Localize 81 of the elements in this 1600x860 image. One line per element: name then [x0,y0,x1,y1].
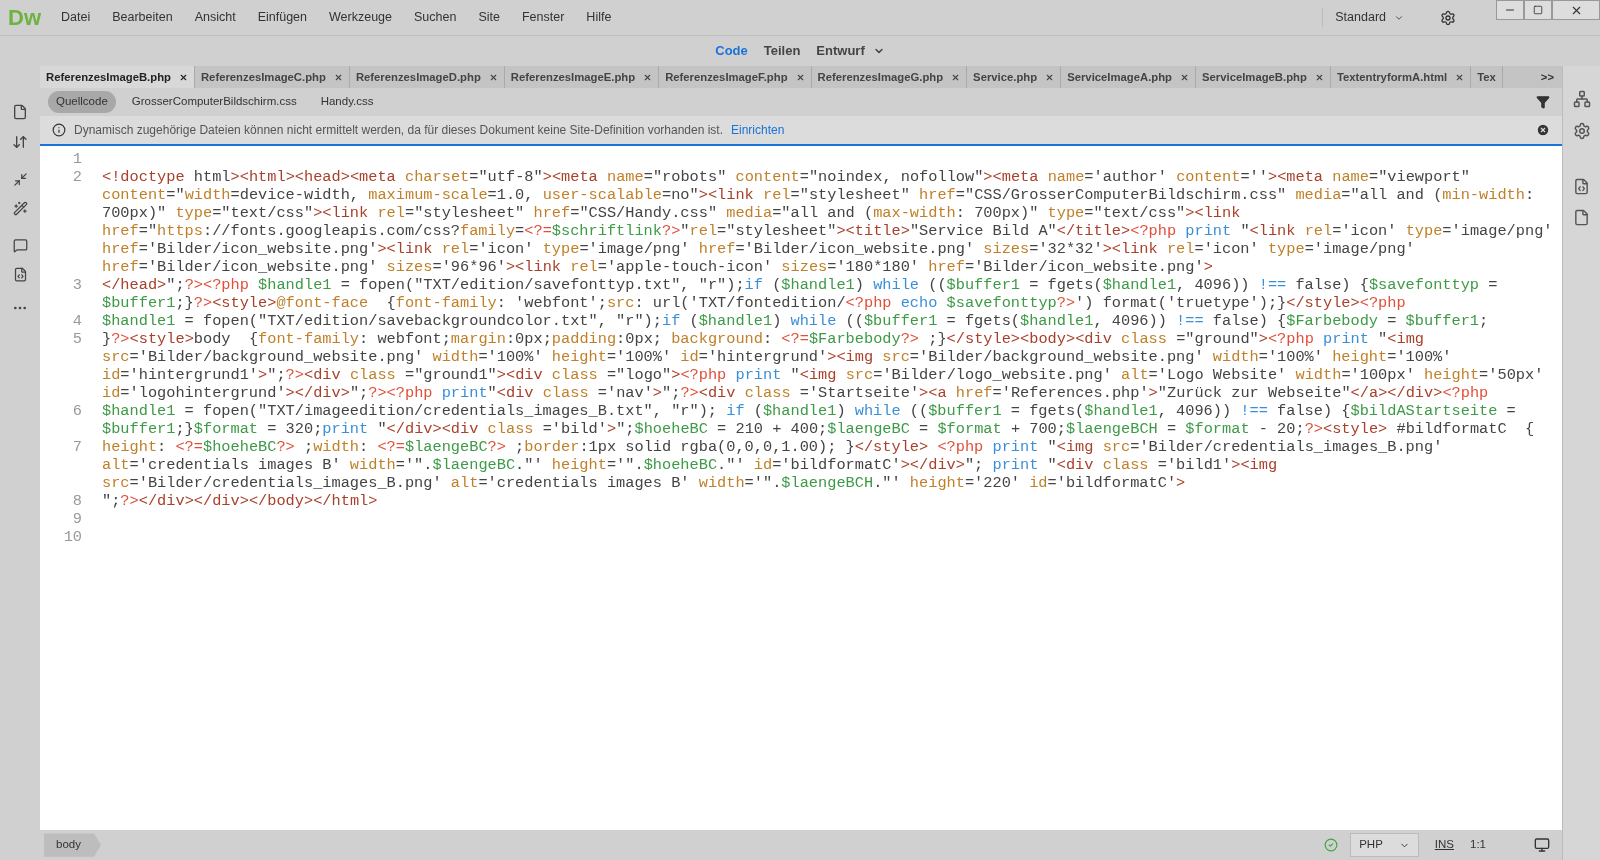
code-line: }?><style>body {font-family: webfont;margin:0px;padding:0px; background: <?=$Farbebody?> ;}</style><body><div class ="ground"><?php print "<img [102,330,1424,348]
code-line: content="width=device-width, maximum-scale=1.0, user-scalable=no"><link rel="stylesheet" href="CSS/GrosserComputerBildschirm.css" media="all and (min-width: [102,186,1535,204]
info-message: Dynamisch zugehörige Dateien können nicht ermittelt werden, da für dieses Dokument keine Site-Definition vorhanden ist. [74,122,723,139]
sitemap-icon[interactable] [1572,90,1591,108]
menu-item[interactable]: Suchen [414,8,457,27]
info-icon [52,123,66,137]
workspace-dropdown[interactable]: Standard [1322,8,1416,27]
code-line: alt='credentials images B' width='".$laengeBC."' height='".$hoeheBC."' id='bildformatC'></div>"; print "<div class ='bild1'><img [102,456,1278,474]
minimize-button[interactable] [1496,0,1524,20]
menu-item[interactable]: Site [478,8,500,27]
close-icon[interactable] [951,72,961,82]
maximize-button[interactable] [1524,0,1552,20]
view-tab[interactable]: Entwurf [816,41,885,61]
line-number: 7 [71,438,82,456]
menu-item[interactable]: Werkzeuge [329,8,392,27]
line-number: 4 [71,312,82,330]
code-editor[interactable] [40,146,1562,830]
maximize-icon [1533,5,1543,15]
code-line: ";?></div></div></body></html> [102,492,378,510]
close-icon[interactable] [1180,72,1189,82]
close-icon[interactable] [795,72,805,82]
tabs-overflow-button[interactable]: >> [1532,66,1562,88]
code-line: $handle1 = fopen("TXT/imageedition/credentials_images_B.txt", "r"); if ($handle1) while (($buffer1 = fgets($handle1, 4096)) !== false) {$bildAStartseite = [102,402,1516,420]
code-line: src='Bilder/credentials_images_B.png' alt='credentials images B' width='".$laengeBCH."' height='220' id='bildformatC'> [102,474,1186,492]
menu-item[interactable]: Ansicht [194,8,236,27]
window-size-icon[interactable] [1534,837,1550,853]
line-number: 1 [71,150,82,168]
close-icon[interactable] [1455,72,1465,82]
comment-icon[interactable] [12,238,28,253]
code-line: 700px)" type="text/css"><link rel="stylesheet" href="CSS/Handy.css" media="all and (max-width: 700px)" type="text/css"><link [102,204,1241,222]
line-number: 10 [62,528,82,546]
menu-item[interactable]: Fenster [521,8,565,27]
code-line: </head>";?><?php $handle1 = fopen("TXT/edition/savefonttyp.txt", "r");if ($handle1) while (($buffer1 = fgets($handle1, 4096)) !== false) {$savefonttyp = [102,276,1498,294]
document-icon[interactable] [1573,209,1590,226]
close-icon[interactable] [643,72,653,82]
close-icon[interactable] [1045,72,1055,82]
insert-mode[interactable]: INS [1434,836,1454,854]
code-line: height: <?=$hoeheBC?> ;width: <?=$laengeBC?> ;border:1px solid rgba(0,0,0,1.00); }</style> <?php print "<img src='Bilder/credentials_images_B.png' [102,438,1443,456]
close-icon[interactable] [1536,123,1550,137]
code-line: $buffer1;}$format = 320;print "</div><div class ='bild'>";$hoeheBC = 210 + 400;$laengeBC = $format + 700;$laengeBCH = $format - 20;?><style> #bildformatC { [102,420,1535,438]
line-number: 5 [71,330,82,348]
close-icon[interactable] [178,72,188,82]
view-tab[interactable]: Teilen [763,41,801,61]
line-number: 6 [71,402,82,420]
menu-item[interactable]: Hilfe [586,8,612,27]
line-number: 2 [71,168,82,186]
sort-arrows-icon[interactable] [12,134,28,150]
menu-item[interactable]: Einfügen [257,8,307,27]
setup-link[interactable]: Einrichten [731,121,785,139]
close-icon[interactable] [488,72,498,82]
collapse-icon[interactable] [12,172,28,187]
document-tab[interactable]: ReferenzesImageB.php [40,66,195,88]
tag-breadcrumb[interactable]: body [44,833,101,857]
related-file-tab[interactable]: Quellcode [48,91,116,113]
line-number: 9 [71,510,82,528]
code-line: <!doctype html><html><head><meta charset="utf-8"><meta name="robots" content="noindex, nofollow"><meta name='author' content=''><meta name="viewport" [102,168,1470,186]
code-line: $buffer1;}?><style>@font-face {font-family: 'webfont';src: url('TXT/fontedition/<?php echo $savefonttyp?>') format('truetype');}</style><?php [102,294,1406,312]
code-line: src='Bilder/background_website.png' width='100%' height='100%' id='hintergrund'><img src='Bilder/background_website.png' width='100%' height='100%' [102,348,1452,366]
filter-icon[interactable] [1536,95,1550,109]
line-number: 8 [71,492,82,510]
cursor-position: 1:1 [1470,837,1486,853]
line-number: 3 [71,276,82,294]
close-icon[interactable] [333,72,343,82]
code-line: href='Bilder/icon_website.png'><link rel='icon' type='image/png' href='Bilder/icon_website.png' sizes='32*32'><link rel='icon' type='image/png' [102,240,1415,258]
code-line: id='hintergrund1'>";?><div class ="ground1"><div class ="logo"><?php print "<img src='Bilder/logo_website.png' alt='Logo Website' width='100px' height='50px' [102,366,1544,384]
new-file-icon[interactable] [12,104,28,120]
menu-item[interactable]: Datei [61,8,91,27]
app-logo: Dw [7,4,42,32]
language-dropdown[interactable]: PHP [1350,833,1419,857]
related-file-tab[interactable]: GrosserComputerBildschirm.css [123,91,305,113]
code-line: id='logohintergrund'></div>";?><?php print"<div class ='nav'>";?><div class ='Startseite'><a href='References.php'>"Zurück zur Webseite"</a></div><?php [102,384,1489,402]
related-file-tab[interactable]: Handy.css [312,91,382,113]
code-line: href="https://fonts.googleapis.com/css?family=<?=$schriftlink?>"rel="stylesheet"><title>"Service Bild A"</title><?php print "<link rel='icon' type='image/png' [102,222,1553,240]
wand-icon[interactable] [12,201,28,216]
menu-item[interactable]: Bearbeiten [112,8,173,27]
code-line: $handle1 = fopen("TXT/edition/savebackgroundcolor.txt", "r");if ($handle1) while (($buffer1 = fgets($handle1, 4096)) !== false) {$Farbebody = $buffer1; [102,312,1489,330]
close-icon[interactable] [1314,72,1324,82]
settings-icon[interactable] [1440,9,1456,26]
code-file-icon[interactable] [12,267,28,282]
check-icon [1324,838,1339,852]
code-line: href='Bilder/icon_website.png' sizes='96*96'><link rel='apple-touch-icon' sizes='180*180' href='Bilder/icon_website.png'> [102,258,1213,276]
